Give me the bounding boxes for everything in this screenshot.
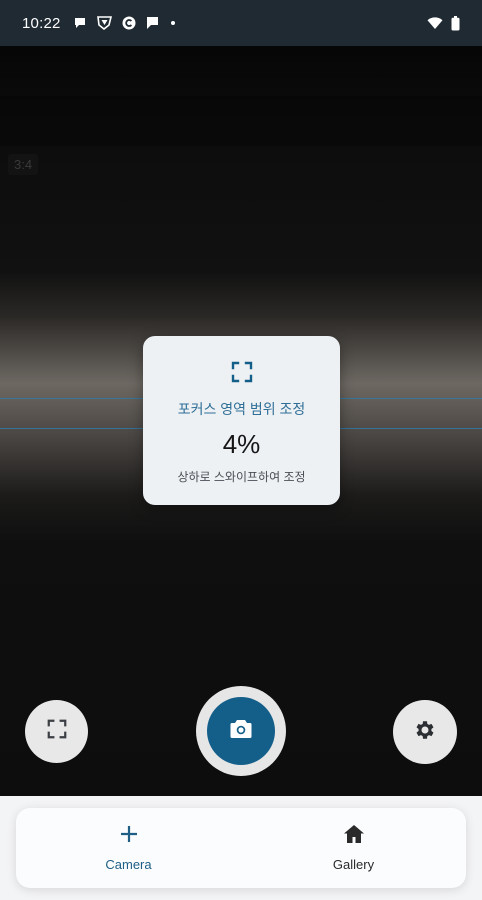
plus-icon [119,824,139,849]
status-bar: 10:22 [0,0,482,46]
camera-icon [229,718,253,745]
bottom-navigation: Camera Gallery [16,808,466,888]
focus-dialog-title: 포커스 영역 범위 조정 [177,401,306,417]
notification-icons [73,16,177,30]
shutter-inner [207,697,275,765]
focus-range-value: 4% [222,429,261,459]
dot-icon [169,19,177,27]
nav-item-gallery[interactable]: Gallery [241,808,466,888]
battery-icon [451,15,460,31]
wifi-icon [427,16,443,30]
focus-mode-button[interactable] [25,700,88,763]
status-time: 10:22 [22,14,61,32]
focus-frame-icon [230,360,254,386]
nav-item-camera[interactable]: Camera [16,808,241,888]
gear-icon [413,718,437,747]
preview-overlay-band [0,96,482,146]
camera-screen: 10:22 3:4 포커스 영역 범위 조정 4% 상하로 스와이프하여 조정 … [0,0,482,900]
circle-c-icon [122,16,136,30]
shutter-button[interactable] [196,686,286,776]
chat-bubble-icon [73,16,87,30]
focus-range-dialog: 포커스 영역 범위 조정 4% 상하로 스와이프하여 조정 [143,336,340,505]
system-icons [427,15,460,31]
home-icon [343,824,365,849]
nav-label-gallery: Gallery [332,857,375,872]
focus-dialog-hint: 상하로 스와이프하여 조정 [177,470,306,484]
settings-button[interactable] [393,700,457,764]
nav-label-camera: Camera [105,857,152,872]
focus-frame-icon [46,718,68,745]
aspect-ratio-badge: 3:4 [8,154,39,175]
message-icon [146,16,159,30]
brand-shield-icon [96,16,112,30]
